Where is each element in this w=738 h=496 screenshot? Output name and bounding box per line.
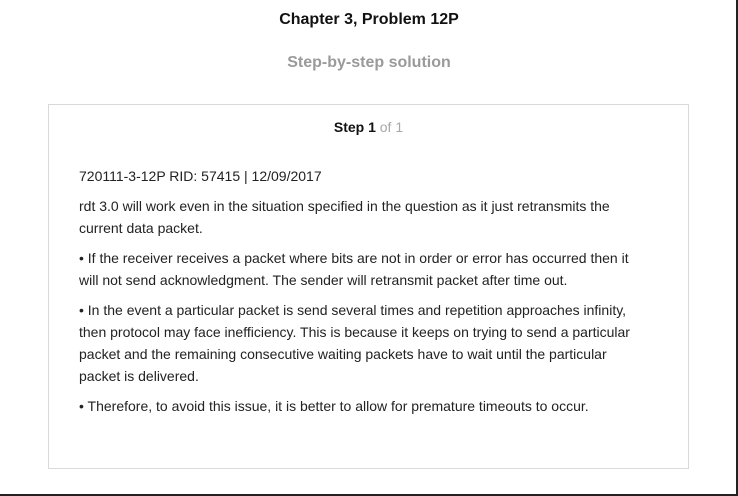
step-bullet: • If the receiver receives a packet wher… xyxy=(79,250,629,288)
step-header: Step 1 of 1 xyxy=(49,119,688,135)
step-body: 720111-3-12P RID: 57415 | 12/09/2017 rdt… xyxy=(79,165,651,425)
step-count: of 1 xyxy=(379,119,404,135)
solution-card: Step 1 of 1 720111-3-12P RID: 57415 | 12… xyxy=(48,104,689,469)
page-title: Chapter 3, Problem 12P xyxy=(279,11,459,28)
step-bullet: • In the event a particular packet is se… xyxy=(79,302,630,384)
solution-subtitle: Step-by-step solution xyxy=(287,54,451,71)
step-label: Step 1 xyxy=(333,119,376,135)
step-meta: 720111-3-12P RID: 57415 | 12/09/2017 xyxy=(79,168,322,184)
page-frame: Chapter 3, Problem 12P Step-by-step solu… xyxy=(0,0,738,496)
step-paragraph: rdt 3.0 will work even in the situation … xyxy=(79,198,610,236)
step-bullet: • Therefore, to avoid this issue, it is … xyxy=(79,398,589,414)
